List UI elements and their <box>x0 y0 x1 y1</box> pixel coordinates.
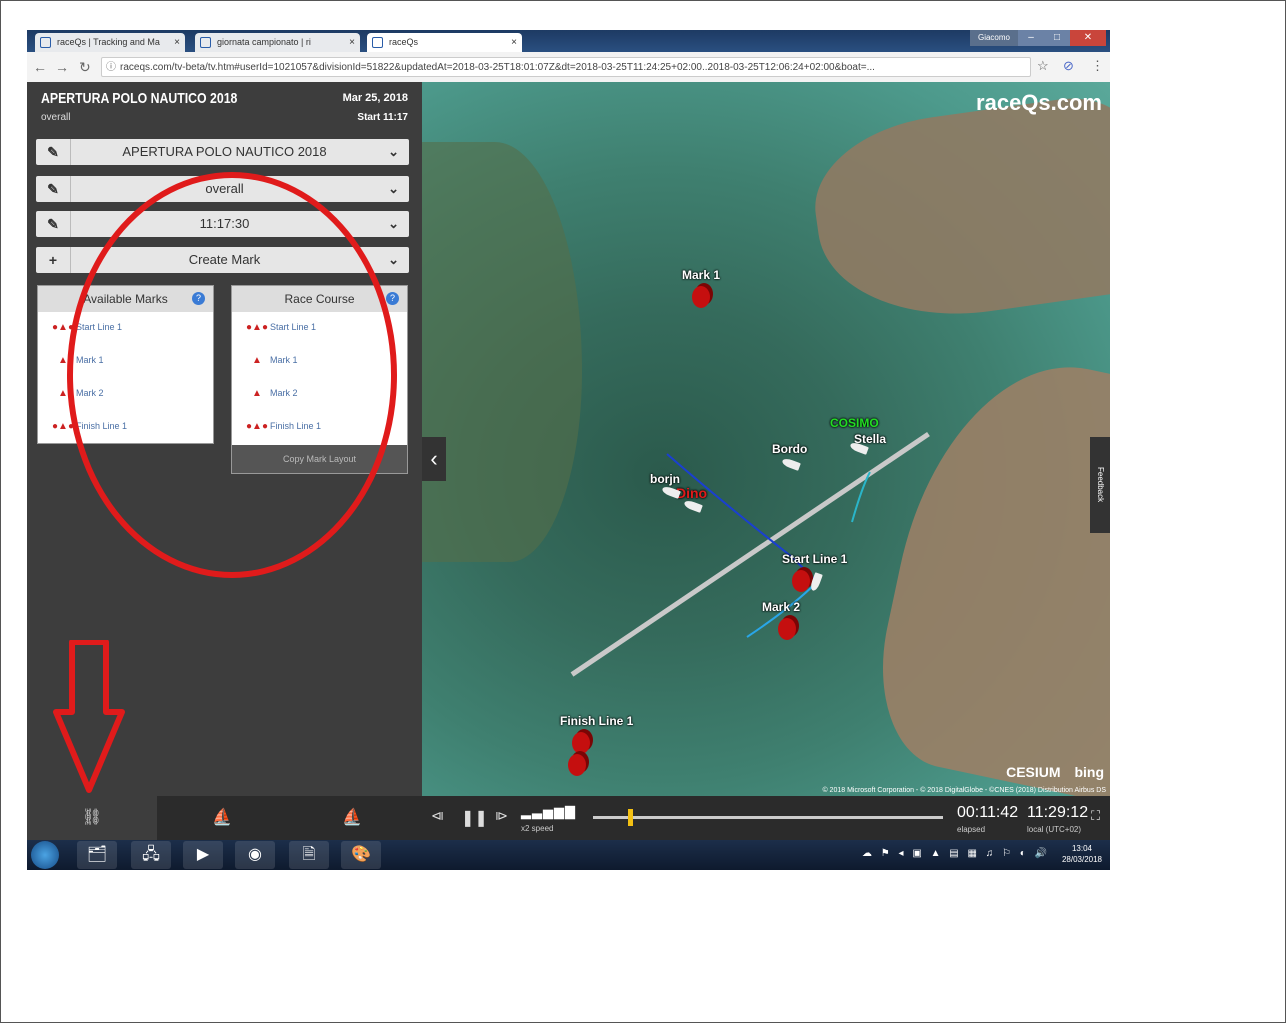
info-icon: ⓘ <box>106 62 116 73</box>
event-title: APERTURA POLO NAUTICO 2018 <box>41 90 238 107</box>
buoy-icon[interactable] <box>572 732 590 754</box>
event-select[interactable]: ✎ APERTURA POLO NAUTICO 2018 ⌄ <box>36 139 409 165</box>
chrome-icon[interactable]: ◉ <box>235 841 275 869</box>
forward-icon[interactable]: → <box>55 59 69 75</box>
chevron-left-icon[interactable]: ‹ <box>422 437 446 481</box>
cesium-logo: CESIUM <box>1006 764 1061 780</box>
local-time: 11:29:12 <box>1027 804 1089 821</box>
browser-tab[interactable]: giornata campionato | ri × <box>195 33 360 52</box>
windows-taskbar: 🗂 🖧 ▶ ◉ 🗎 🎨 ☁ ⚑ ◂ ▣ ▲ ▤ ▦ ♫ ⚐ ◐ 🔊 13:04 … <box>27 840 1110 870</box>
plus-icon[interactable]: + <box>36 247 71 273</box>
boat-label: Dino <box>676 485 708 501</box>
explorer-icon[interactable]: 🗂 <box>77 841 117 869</box>
elapsed-time: 00:11:42 <box>957 804 1019 821</box>
back-icon[interactable]: ← <box>33 59 47 75</box>
extension-icon[interactable]: ⊘ <box>1063 58 1074 74</box>
buoy-icon[interactable] <box>778 618 796 640</box>
boat-label: COSIMO <box>830 416 879 430</box>
timeline-track[interactable] <box>593 809 943 826</box>
edit-icon[interactable]: ✎ <box>36 176 71 202</box>
division-subtitle: overall <box>41 112 71 123</box>
annotation-arrow <box>53 640 125 793</box>
star-icon[interactable]: ☆ <box>1037 58 1049 74</box>
chevron-down-icon[interactable]: ⌄ <box>388 247 399 273</box>
help-icon[interactable]: ? <box>386 292 399 305</box>
window-controls: Giacomo – □ ✕ <box>970 30 1106 46</box>
network-icon[interactable]: 🖧 <box>131 841 171 869</box>
marks-tool-icon[interactable]: ⛓ <box>27 796 157 840</box>
browser-tab[interactable]: raceQs | Tracking and Ma × <box>35 33 185 52</box>
step-forward-icon[interactable]: ⧐ <box>495 808 508 824</box>
fullscreen-icon[interactable]: ⛶ <box>1091 808 1100 824</box>
raceqs-logo: raceQs.com <box>976 90 1102 115</box>
local-label: local (UTC+02) <box>1027 825 1082 834</box>
boat-edit-icon[interactable]: ⛵ <box>287 796 417 840</box>
timeline-thumb[interactable] <box>628 809 633 826</box>
browser-tab-bar: raceQs | Tracking and Ma × giornata camp… <box>27 30 1110 52</box>
map-view[interactable]: raceQs.com ‹ Feedback Mark 1 COSIMO Stel… <box>422 82 1110 796</box>
mark-triangle-icon: ▲ <box>58 388 68 399</box>
url-text: raceqs.com/tv-beta/tv.htm#userId=1021057… <box>120 62 875 73</box>
media-player-icon[interactable]: ▶ <box>183 841 223 869</box>
close-tab-icon[interactable]: × <box>349 33 355 52</box>
start-time: Start 11:17 <box>357 112 408 123</box>
reload-icon[interactable]: ↻ <box>79 59 91 76</box>
clock-time: 13:04 <box>1071 844 1092 853</box>
track-layer <box>666 453 871 638</box>
boat-track <box>851 471 871 523</box>
event-date: Mar 25, 2018 <box>342 92 408 104</box>
mark-label: Start Line 1 <box>782 552 848 566</box>
close-tab-icon[interactable]: × <box>511 33 517 52</box>
documents-icon[interactable]: 🗎 <box>289 841 329 869</box>
menu-icon[interactable]: ⋮ <box>1091 58 1104 74</box>
mark-label: Mark 1 <box>682 268 721 282</box>
screenshot: raceQs | Tracking and Ma × giornata camp… <box>27 30 1110 870</box>
system-tray-icons[interactable]: ☁ ⚑ ◂ ▣ ▲ ▤ ▦ ♫ ⚐ ◐ 🔊 <box>862 848 1050 859</box>
elapsed-label: elapsed <box>957 825 986 834</box>
taskbar-clock[interactable]: 13:04 28/03/2018 <box>1062 843 1102 865</box>
speed-bars-icon[interactable]: ▂▃▅▆▇ <box>521 804 576 820</box>
page-icon <box>372 37 383 48</box>
chevron-down-icon[interactable]: ⌄ <box>388 176 399 202</box>
clock-date: 28/03/2018 <box>1061 855 1102 864</box>
url-input[interactable]: ⓘ raceqs.com/tv-beta/tv.htm#userId=10210… <box>101 57 1031 77</box>
speed-label: x2 speed <box>521 824 554 833</box>
boat-label: Bordo <box>772 442 808 456</box>
mark-label: Mark 2 <box>762 600 801 614</box>
page-icon <box>40 37 51 48</box>
map-credits: © 2018 Microsoft Corporation - © 2018 Di… <box>822 787 1106 794</box>
boat-label: borjn <box>650 472 680 486</box>
close-tab-icon[interactable]: × <box>174 33 180 52</box>
maximize-icon[interactable]: □ <box>1044 30 1070 46</box>
chevron-down-icon[interactable]: ⌄ <box>388 139 399 165</box>
start-button[interactable] <box>31 841 59 869</box>
edit-icon[interactable]: ✎ <box>36 211 71 237</box>
buoy-icon[interactable] <box>568 754 586 776</box>
tab-label: raceQs | Tracking and Ma <box>57 37 160 47</box>
bing-logo: bing <box>1074 764 1104 780</box>
minimize-icon[interactable]: – <box>1018 30 1044 46</box>
address-bar: ← → ↻ ⓘ raceqs.com/tv-beta/tv.htm#userId… <box>27 52 1110 83</box>
browser-tab-active[interactable]: raceQs × <box>367 33 522 52</box>
edit-icon[interactable]: ✎ <box>36 139 71 165</box>
annotation-circle <box>67 172 397 578</box>
paint-icon[interactable]: 🎨 <box>341 841 381 869</box>
buoy-icon[interactable] <box>692 286 710 308</box>
chevron-down-icon[interactable]: ⌄ <box>388 211 399 237</box>
boat-view-icon[interactable]: ⛵ <box>157 796 287 840</box>
mark-label: Finish Line 1 <box>560 714 634 728</box>
step-back-icon[interactable]: ⧏ <box>431 808 444 824</box>
playback-bar: ⛓ ⛵ ⛵ ⧏ ❚❚ ⧐ ▂▃▅▆▇ x2 speed 00:11:42 ela… <box>27 796 1110 840</box>
window-close-icon[interactable]: ✕ <box>1070 30 1106 46</box>
select-label: APERTURA POLO NAUTICO 2018 <box>122 144 327 159</box>
page-icon <box>200 37 211 48</box>
map-attribution-logos: CESIUM bing <box>1006 764 1104 780</box>
feedback-tab[interactable]: Feedback <box>1090 437 1110 533</box>
tab-label: raceQs <box>389 37 419 47</box>
tab-label: giornata campionato | ri <box>217 37 311 47</box>
profile-button[interactable]: Giacomo <box>970 30 1018 46</box>
buoy-icon[interactable] <box>792 570 810 592</box>
pause-icon[interactable]: ❚❚ <box>461 808 488 828</box>
